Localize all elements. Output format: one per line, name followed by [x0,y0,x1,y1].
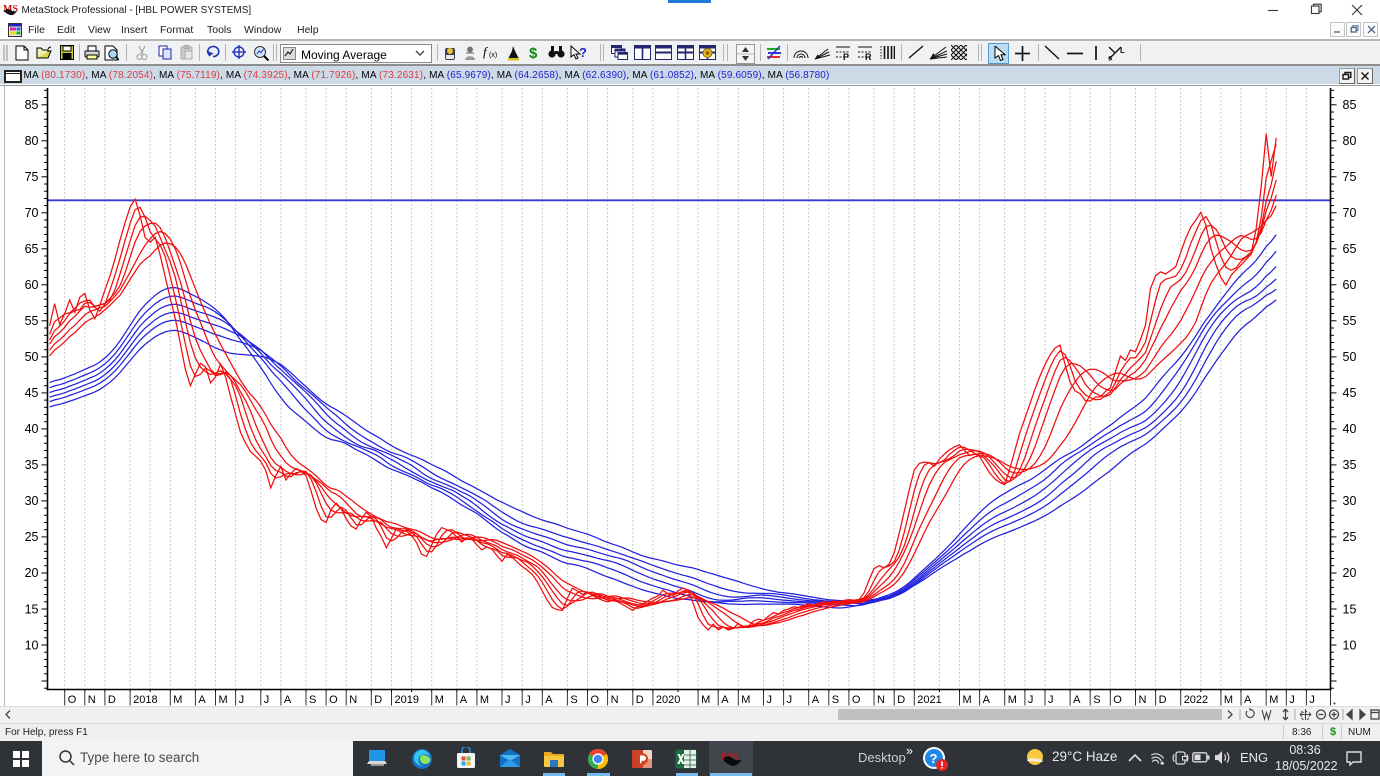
svg-text:N: N [88,694,96,706]
svg-text:30: 30 [25,494,39,508]
svg-text:75: 75 [1343,170,1357,184]
svg-text:35: 35 [25,458,39,472]
svg-text:10: 10 [1343,638,1357,652]
svg-text:O: O [852,694,861,706]
svg-text:A: A [460,694,468,706]
svg-text:M: M [1269,694,1278,706]
svg-text:D: D [1159,694,1167,706]
svg-text:$: $ [529,45,538,60]
svg-text:L: L [1120,46,1125,55]
svg-text:2021: 2021 [917,694,941,706]
svg-text:s: s [1108,54,1113,62]
svg-text:D: D [636,694,644,706]
svg-text:A: A [721,694,729,706]
svg-text:45: 45 [25,386,39,400]
svg-text:50: 50 [1343,350,1357,364]
svg-text:M: M [1008,694,1017,706]
svg-text:60: 60 [25,278,39,292]
svg-text:N: N [611,694,619,706]
svg-text:70: 70 [25,206,39,220]
svg-text:J: J [1028,694,1034,706]
svg-text:M: M [741,694,750,706]
svg-text:55: 55 [1343,314,1357,328]
svg-text:A: A [1244,694,1252,706]
svg-text:85: 85 [25,98,39,112]
svg-text:2022: 2022 [1184,694,1208,706]
svg-text:M: M [480,694,489,706]
svg-text:30: 30 [1343,494,1357,508]
svg-text:(x): (x) [489,52,497,59]
svg-text:M: M [701,694,710,706]
svg-text:D: D [897,694,905,706]
svg-text:O: O [68,694,77,706]
svg-text:J: J [1048,694,1054,706]
svg-text:65: 65 [25,242,39,256]
svg-text:A: A [983,694,991,706]
svg-text:?: ? [579,45,587,60]
svg-text:15: 15 [25,602,39,616]
svg-text:25: 25 [25,530,39,544]
svg-text:O: O [329,694,338,706]
svg-text:J: J [1309,694,1315,706]
svg-text:50: 50 [25,350,39,364]
svg-text:A: A [812,694,820,706]
svg-text:75: 75 [25,170,39,184]
svg-text:S: S [1093,694,1100,706]
svg-text:65: 65 [1343,242,1357,256]
svg-text:80: 80 [1343,134,1357,148]
svg-text:N: N [349,694,357,706]
svg-text:J: J [264,694,270,706]
svg-text:N: N [1139,694,1147,706]
svg-text:S: S [832,694,839,706]
svg-text:S: S [570,694,577,706]
svg-text:M: M [1224,694,1233,706]
svg-text:25: 25 [1343,530,1357,544]
svg-text:J: J [1289,694,1295,706]
svg-text:85: 85 [1343,98,1357,112]
svg-text:J: J [525,694,531,706]
svg-text:45: 45 [1343,386,1357,400]
svg-text:2019: 2019 [395,694,419,706]
svg-text:O: O [591,694,600,706]
svg-text:M: M [963,694,972,706]
svg-text:80: 80 [25,134,39,148]
svg-text:R: R [865,52,872,60]
svg-text:2018: 2018 [133,694,157,706]
svg-text:35: 35 [1343,458,1357,472]
svg-text:D: D [108,694,116,706]
svg-text:D: D [374,694,382,706]
svg-text:J: J [505,694,511,706]
svg-text:M: M [435,694,444,706]
svg-text:A: A [198,694,206,706]
svg-text:A: A [284,694,292,706]
svg-text:70: 70 [1343,206,1357,220]
svg-text:40: 40 [1343,422,1357,436]
svg-text:A: A [545,694,553,706]
svg-text:20: 20 [25,566,39,580]
svg-text:A: A [1073,694,1081,706]
svg-text:2020: 2020 [656,694,680,706]
svg-text:55: 55 [25,314,39,328]
svg-text:M: M [173,694,182,706]
svg-text:J: J [767,694,773,706]
svg-text:60: 60 [1343,278,1357,292]
svg-text:40: 40 [25,422,39,436]
svg-text:S: S [309,694,316,706]
svg-text:P: P [843,52,849,60]
svg-text:J: J [787,694,793,706]
svg-text:10: 10 [25,638,39,652]
svg-text:15: 15 [1343,602,1357,616]
svg-text:20: 20 [1343,566,1357,580]
svg-text:O: O [1113,694,1122,706]
svg-text:J: J [239,694,245,706]
svg-text:M: M [219,694,228,706]
svg-text:N: N [877,694,885,706]
